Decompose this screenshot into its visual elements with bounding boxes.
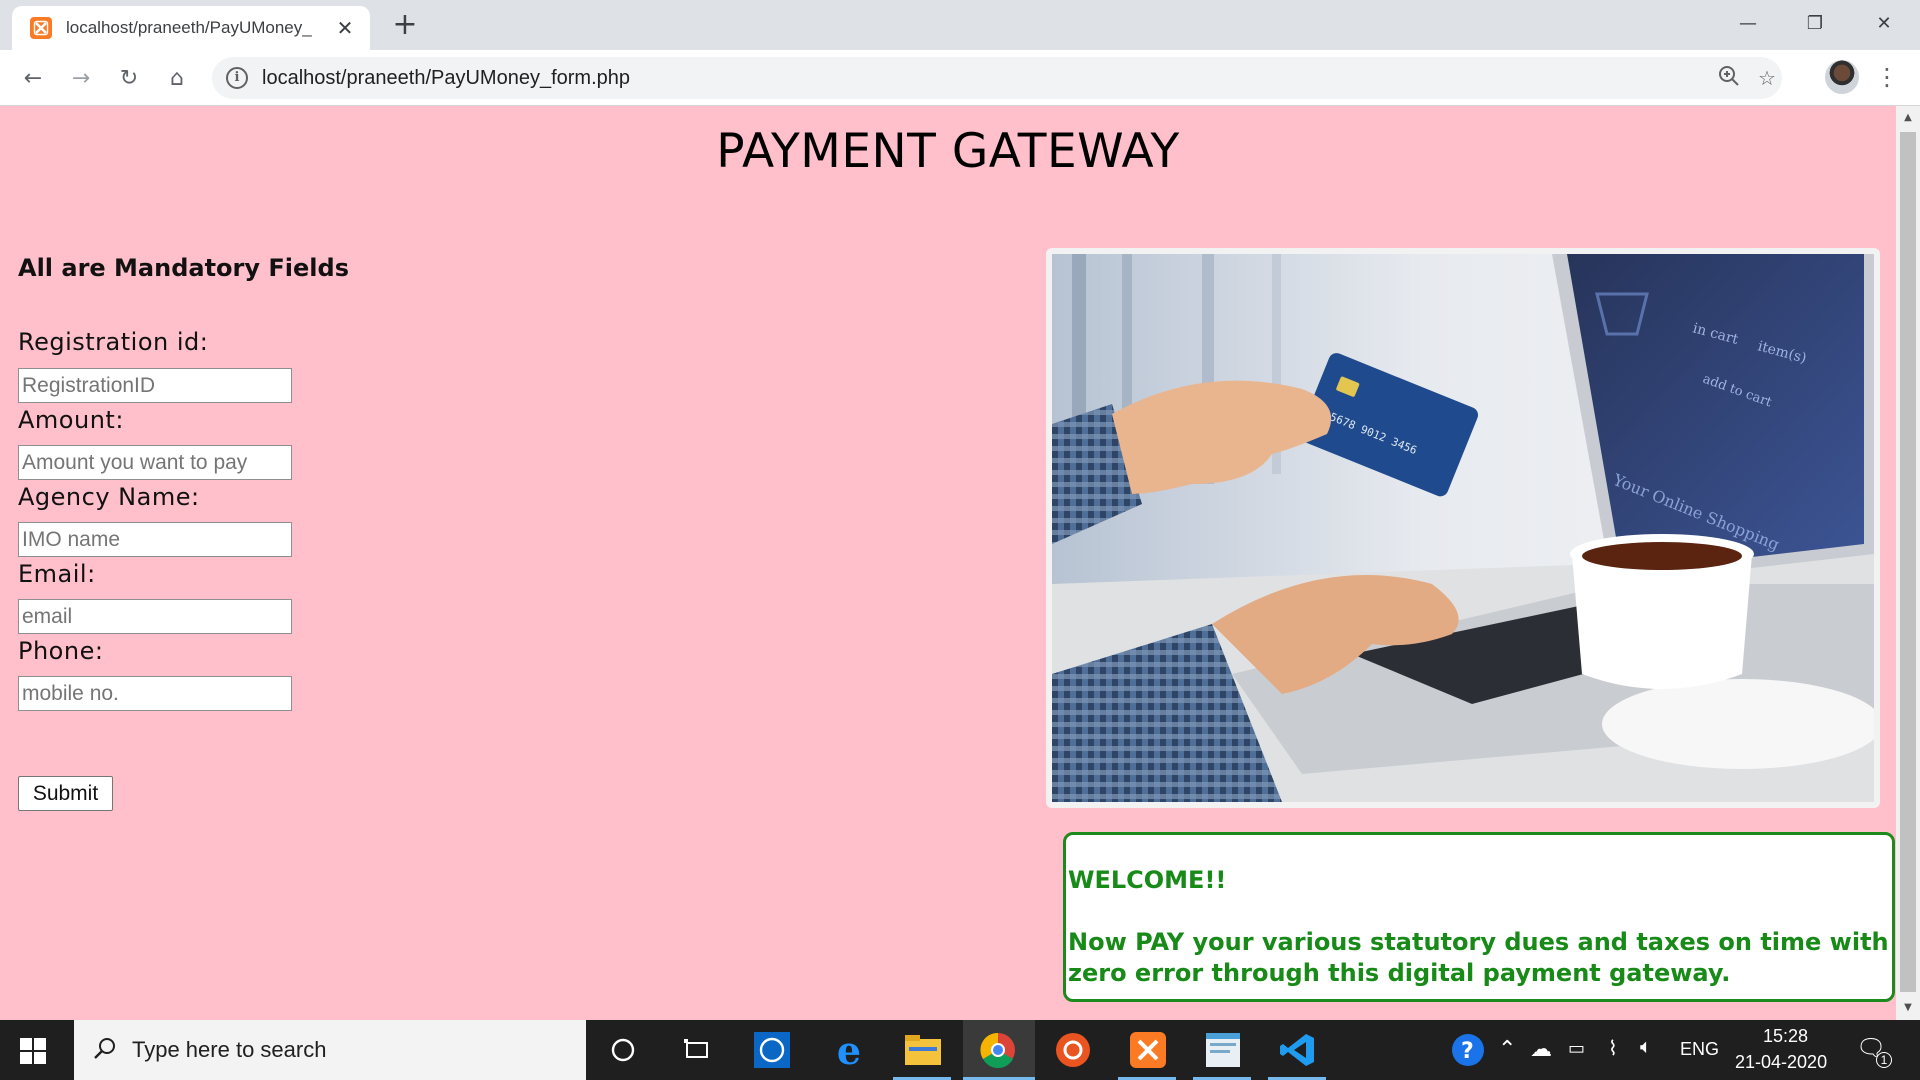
close-window-button[interactable]: ✕: [1864, 6, 1904, 40]
onedrive-icon[interactable]: ☁: [1530, 1036, 1552, 1062]
help-icon[interactable]: ?: [1448, 1030, 1488, 1070]
scroll-thumb[interactable]: [1900, 132, 1916, 992]
email-input[interactable]: [18, 599, 292, 634]
email-label: Email:: [18, 560, 96, 588]
home-button[interactable]: ⌂: [162, 63, 192, 93]
language-indicator[interactable]: ENG: [1680, 1039, 1719, 1060]
maximize-button[interactable]: ❐: [1795, 6, 1835, 40]
page-title: PAYMENT GATEWAY: [716, 124, 1180, 179]
chrome-icon[interactable]: [978, 1030, 1018, 1070]
address-bar[interactable]: i localhost/praneeth/PayUMoney_form.php …: [212, 57, 1782, 99]
whatsapp-icon[interactable]: [752, 1030, 792, 1070]
star-icon[interactable]: ☆: [1754, 65, 1780, 91]
welcome-message: Now PAY your various statutory dues and …: [1068, 928, 1889, 987]
windows-start-icon[interactable]: [20, 1038, 46, 1064]
cortana-icon[interactable]: [603, 1030, 643, 1070]
profile-avatar[interactable]: [1825, 60, 1859, 94]
file-explorer-icon[interactable]: [903, 1030, 943, 1070]
new-tab-button[interactable]: +: [390, 10, 420, 40]
hero-image-frame: Your Online Shopping in cart item(s) add…: [1046, 248, 1880, 808]
volume-icon[interactable]: 🔈︎: [1640, 1036, 1652, 1059]
reload-button[interactable]: ↻: [114, 63, 144, 93]
welcome-box: WELCOME!! Now PAY your various statutory…: [1063, 832, 1895, 1002]
registration-id-label: Registration id:: [18, 328, 209, 356]
browser-tab[interactable]: localhost/praneeth/PayUMoney_ ✕: [12, 6, 370, 50]
clock-date[interactable]: 21-04-2020: [1735, 1052, 1827, 1073]
forward-button[interactable]: →: [66, 63, 96, 93]
notepad-icon[interactable]: [1203, 1030, 1243, 1070]
submit-button[interactable]: Submit: [18, 776, 113, 811]
minimize-button[interactable]: —: [1728, 6, 1768, 40]
menu-icon[interactable]: ⋮: [1875, 62, 1899, 92]
scroll-up-arrow-icon[interactable]: ▲: [1902, 112, 1914, 124]
battery-icon[interactable]: ▭: [1568, 1038, 1585, 1059]
ubuntu-icon[interactable]: [1053, 1030, 1093, 1070]
wifi-icon[interactable]: ⌇: [1608, 1036, 1618, 1061]
page-scrollbar[interactable]: ▲ ▼: [1896, 106, 1920, 1020]
zoom-icon[interactable]: [1716, 65, 1742, 91]
xampp-icon[interactable]: [1128, 1030, 1168, 1070]
welcome-title: WELCOME!!: [1068, 866, 1227, 894]
info-icon[interactable]: i: [226, 67, 248, 89]
taskbar: Type here to search e ? ⌃ ☁ ▭ ⌇ 🔈︎ ENG 1…: [0, 1020, 1920, 1080]
vscode-icon[interactable]: [1278, 1030, 1318, 1070]
show-hidden-icons-icon[interactable]: ⌃: [1498, 1036, 1516, 1062]
notification-count-badge: 1: [1876, 1052, 1892, 1068]
tab-title: localhost/praneeth/PayUMoney_: [66, 18, 312, 37]
search-icon: [94, 1038, 115, 1059]
scroll-down-arrow-icon[interactable]: ▼: [1902, 1002, 1914, 1014]
browser-toolbar: ← → ↻ ⌂ i localhost/praneeth/PayUMoney_f…: [0, 50, 1920, 106]
taskbar-search[interactable]: Type here to search: [74, 1020, 586, 1080]
tab-strip: localhost/praneeth/PayUMoney_ ✕ + — ❐ ✕: [0, 0, 1920, 50]
online-shopping-image: Your Online Shopping in cart item(s) add…: [1052, 254, 1874, 802]
page-content: PAYMENT GATEWAY All are Mandatory Fields…: [0, 106, 1896, 1020]
task-view-icon[interactable]: [677, 1030, 717, 1070]
back-button[interactable]: ←: [18, 63, 48, 93]
phone-input[interactable]: [18, 676, 292, 711]
svg-text:?: ?: [1461, 1039, 1474, 1064]
xampp-favicon-icon: [30, 17, 52, 39]
clock-time[interactable]: 15:28: [1763, 1026, 1808, 1047]
registration-id-input[interactable]: [18, 368, 292, 403]
mandatory-note: All are Mandatory Fields: [18, 254, 349, 282]
agency-name-input[interactable]: [18, 522, 292, 557]
amount-input[interactable]: [18, 445, 292, 480]
edge-icon[interactable]: e: [829, 1028, 869, 1073]
agency-name-label: Agency Name:: [18, 483, 200, 511]
amount-label: Amount:: [18, 406, 124, 434]
taskbar-search-placeholder: Type here to search: [132, 1037, 327, 1062]
url-text[interactable]: localhost/praneeth/PayUMoney_form.php: [262, 67, 630, 90]
tab-close-icon[interactable]: ✕: [334, 17, 356, 39]
phone-label: Phone:: [18, 637, 104, 665]
